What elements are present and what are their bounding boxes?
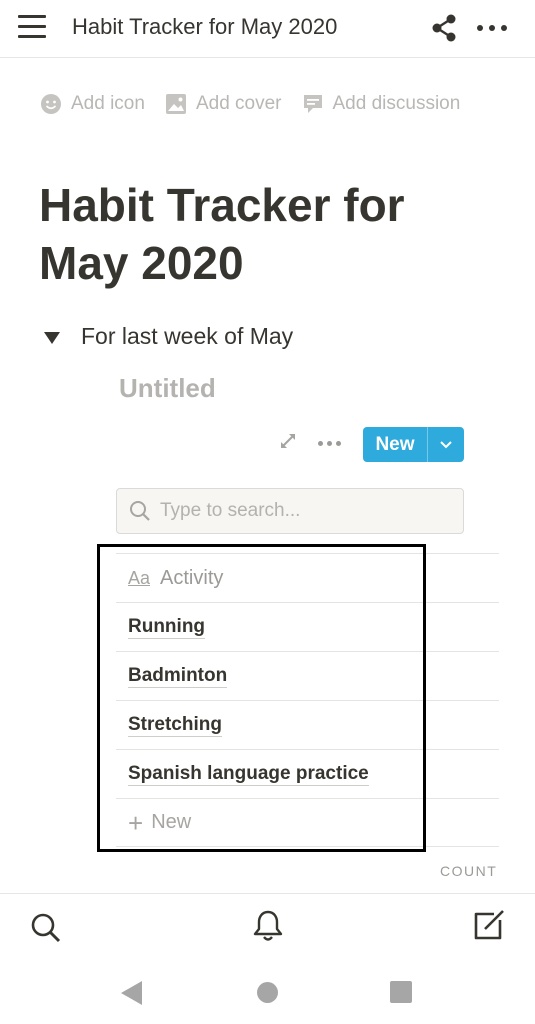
expand-icon[interactable] <box>279 432 297 450</box>
chevron-down-icon[interactable] <box>428 427 464 462</box>
home-icon[interactable] <box>257 982 278 1003</box>
smiley-icon <box>41 94 61 114</box>
highlight-box <box>97 544 426 852</box>
bell-icon[interactable] <box>252 909 284 948</box>
toggle-triangle-icon[interactable] <box>44 331 60 344</box>
search-icon[interactable] <box>30 912 62 949</box>
image-icon <box>165 94 186 114</box>
comment-icon <box>303 95 322 113</box>
toggle-label: For last week of May <box>81 323 294 349</box>
back-icon[interactable] <box>121 981 142 1005</box>
add-discussion-label: Add discussion <box>332 93 461 114</box>
toggle-block[interactable]: For last week of May <box>44 323 293 350</box>
database-search[interactable] <box>116 488 464 534</box>
add-cover-label: Add cover <box>195 93 282 114</box>
new-button-label: New <box>363 427 428 462</box>
database-more-icon[interactable] <box>318 441 342 447</box>
page-breadcrumb-title[interactable]: Habit Tracker for May 2020 <box>72 14 337 40</box>
page-title-line-2: May 2020 <box>39 237 244 289</box>
count-footer[interactable]: COUNT <box>440 863 497 879</box>
page-meta-actions: Add icon Add cover Add discussion <box>40 90 480 118</box>
page-title-line-1: Habit Tracker for <box>39 179 405 231</box>
search-input[interactable] <box>160 500 440 522</box>
hamburger-menu-icon[interactable] <box>18 15 46 39</box>
new-record-button[interactable]: New <box>363 427 464 462</box>
compose-icon[interactable] <box>472 908 506 947</box>
system-navigation-bar <box>0 963 535 1024</box>
add-icon-button[interactable]: Add icon <box>40 93 145 115</box>
search-icon <box>130 501 150 521</box>
page-title[interactable]: Habit Tracker for May 2020 <box>39 176 509 292</box>
add-discussion-button[interactable]: Add discussion <box>302 93 461 115</box>
top-bar: Habit Tracker for May 2020 <box>0 0 535 58</box>
add-icon-label: Add icon <box>71 93 145 114</box>
share-icon[interactable] <box>430 13 458 43</box>
database-title[interactable]: Untitled <box>119 373 216 404</box>
recent-apps-icon[interactable] <box>390 981 412 1003</box>
add-cover-button[interactable]: Add cover <box>165 93 282 115</box>
bottom-toolbar <box>0 893 535 963</box>
more-options-icon[interactable] <box>477 25 511 33</box>
